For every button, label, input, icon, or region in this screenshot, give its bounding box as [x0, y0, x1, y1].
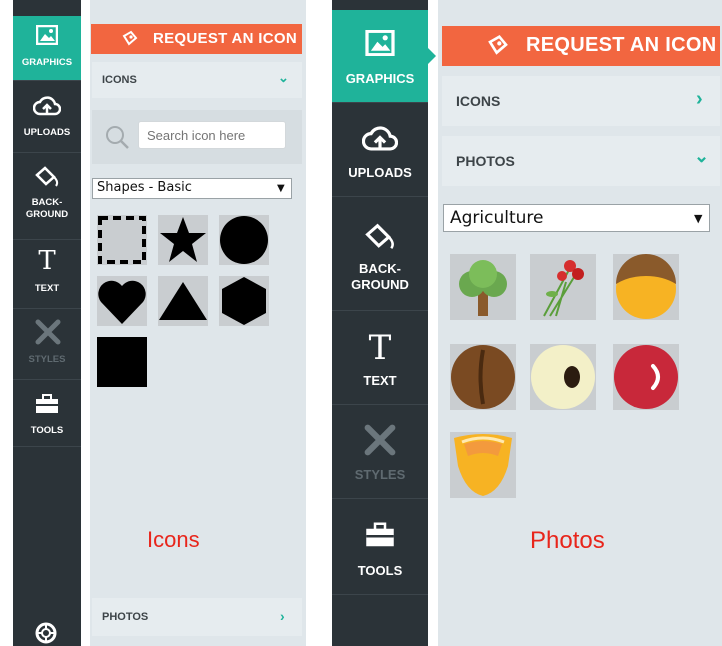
request-icon-icon — [486, 34, 510, 58]
nav-styles[interactable]: STYLES — [13, 309, 81, 380]
nav-background-label-1: BACK- — [31, 197, 63, 208]
styles-icon — [364, 424, 396, 456]
paint-bucket-icon — [33, 165, 61, 189]
icons-caption: Icons — [147, 527, 200, 552]
chevron-right-icon: › — [280, 608, 285, 624]
photos-caption: Photos — [530, 527, 605, 554]
cloud-upload-icon — [362, 126, 398, 154]
nav-styles-label: STYLES — [28, 354, 66, 365]
nav-tools[interactable]: TOOLS — [13, 380, 81, 447]
photo-coffee-bean[interactable] — [450, 344, 516, 410]
nav-background-label-2: GROUND — [351, 277, 409, 292]
nav-graphics[interactable]: GRAPHICS — [13, 16, 81, 81]
cloud-upload-icon — [33, 96, 61, 118]
photo-tree[interactable] — [450, 254, 516, 320]
photo-onion[interactable] — [613, 254, 679, 320]
nav-text[interactable]: T TEXT — [13, 240, 81, 309]
nav-background[interactable]: BACK- GROUND — [332, 198, 428, 311]
photo-category-select[interactable]: Agriculture ▼ — [443, 204, 710, 232]
nav-text-label: TEXT — [363, 373, 397, 388]
photos-section-label: PHOTOS — [102, 611, 149, 623]
nav-graphics-label: GRAPHICS — [21, 57, 73, 68]
icons-section-label: ICONS — [102, 74, 137, 86]
request-icon-label: REQUEST AN ICON — [153, 30, 297, 47]
nav-graphics[interactable]: GRAPHICS — [332, 10, 428, 103]
icons-section-header[interactable]: ICONS ⌄ — [92, 62, 302, 98]
request-icon-button[interactable]: REQUEST AN ICON — [91, 24, 302, 54]
nav-uploads-label: UPLOADS — [23, 127, 71, 138]
icons-section-header[interactable]: ICONS › — [442, 76, 720, 126]
toolbox-icon — [35, 394, 59, 414]
photo-roses[interactable] — [530, 254, 596, 320]
chevron-right-icon: › — [696, 88, 703, 110]
nav-text-label: TEXT — [34, 283, 60, 294]
icon-search-bar — [92, 110, 302, 164]
nav-uploads[interactable]: UPLOADS — [13, 82, 81, 153]
chevron-down-icon: ⌄ — [278, 70, 289, 85]
nav-background-label-2: GROUND — [25, 209, 69, 220]
request-icon-icon — [121, 30, 139, 48]
shape-triangle[interactable] — [158, 276, 208, 326]
shape-star[interactable] — [158, 215, 208, 265]
nav-tools[interactable]: TOOLS — [332, 500, 428, 595]
image-icon — [365, 30, 395, 56]
photo-category-value: Agriculture — [450, 208, 544, 228]
text-icon: T — [38, 246, 56, 276]
search-icon — [104, 124, 130, 150]
dropdown-arrow-icon: ▼ — [694, 212, 703, 225]
photos-section-header[interactable]: PHOTOS ⌄ — [442, 136, 720, 186]
photo-tomato[interactable] — [613, 344, 679, 410]
shape-category-select[interactable]: Shapes - Basic ▼ — [92, 178, 292, 199]
photo-egg[interactable] — [530, 344, 596, 410]
search-input[interactable] — [138, 121, 286, 149]
nav-styles-label: STYLES — [354, 467, 406, 482]
nav-styles[interactable]: STYLES — [332, 406, 428, 499]
shape-circle[interactable] — [219, 215, 269, 265]
photos-section-header[interactable]: PHOTOS › — [92, 598, 302, 636]
chevron-down-icon: ⌄ — [694, 146, 710, 166]
shape-category-value: Shapes - Basic — [97, 180, 192, 195]
request-icon-button[interactable]: REQUEST AN ICON — [442, 26, 720, 66]
nav-background-label-1: BACK- — [359, 261, 401, 276]
nav-text[interactable]: T TEXT — [332, 312, 428, 405]
request-icon-label: REQUEST AN ICON — [526, 34, 717, 56]
photos-section-label: PHOTOS — [456, 153, 515, 169]
shape-square-dashed[interactable] — [97, 215, 147, 265]
nav-tools-label: TOOLS — [357, 563, 403, 578]
paint-bucket-icon — [362, 222, 398, 252]
active-pointer-icon — [428, 48, 436, 64]
nav-background[interactable]: BACK- GROUND — [13, 153, 81, 240]
shape-hexagon[interactable] — [219, 276, 269, 326]
nav-tools-label: TOOLS — [30, 425, 64, 436]
nav-uploads[interactable]: UPLOADS — [332, 104, 428, 197]
photo-corn-slice[interactable] — [450, 432, 516, 498]
shape-heart[interactable] — [97, 276, 147, 326]
icons-section-label: ICONS — [456, 93, 501, 109]
styles-icon — [35, 319, 61, 345]
nav-uploads-label: UPLOADS — [348, 165, 412, 180]
shape-square[interactable] — [97, 337, 147, 387]
left-screenshot: GRAPHICS UPLOADS BACK- GROUND T TEXT STY… — [0, 0, 310, 646]
image-icon — [36, 25, 58, 45]
text-icon: T — [368, 328, 392, 368]
nav-graphics-label: GRAPHICS — [345, 71, 415, 86]
lifebuoy-icon[interactable] — [35, 622, 57, 644]
dropdown-arrow-icon: ▼ — [277, 183, 285, 194]
toolbox-icon — [365, 522, 395, 548]
right-screenshot: GRAPHICS UPLOADS BACK- GROUND T TEXT STY… — [330, 0, 722, 646]
